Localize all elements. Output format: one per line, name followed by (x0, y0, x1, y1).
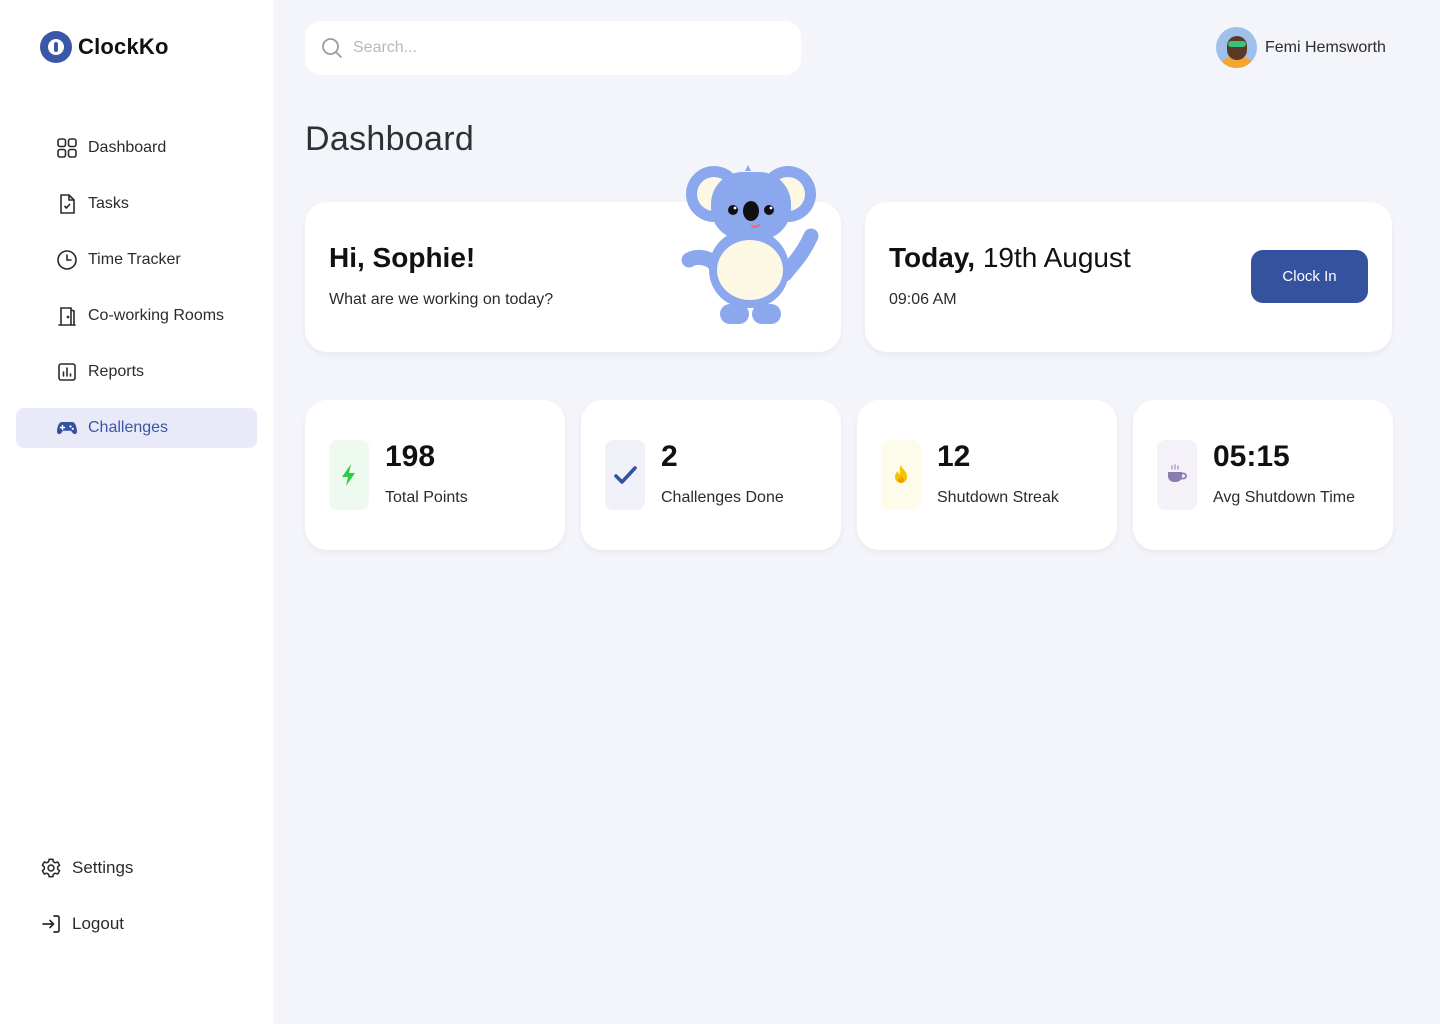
stat-card-avg-shutdown-time: 05:15 Avg Shutdown Time (1133, 400, 1393, 550)
bar-chart-icon (58, 363, 76, 381)
sidebar-item-dashboard[interactable]: Dashboard (16, 128, 257, 168)
lightning-icon (342, 464, 355, 486)
stat-label: Challenges Done (661, 489, 784, 506)
sidebar-nav: Dashboard Tasks Time Tracker Co-working … (16, 128, 257, 464)
sidebar-item-label: Dashboard (88, 139, 167, 156)
coffee-cup-icon (1168, 464, 1187, 482)
stat-card-challenges-done: 2 Challenges Done (581, 400, 841, 550)
sidebar-item-label: Co-working Rooms (88, 307, 225, 324)
clock-logo-icon (40, 31, 72, 63)
greeting-card: Hi, Sophie! What are we working on today… (305, 165, 841, 352)
sidebar-item-coworking-rooms[interactable]: Co-working Rooms (16, 296, 257, 336)
sidebar-item-label: Reports (88, 363, 145, 380)
stat-icon-box (605, 440, 645, 510)
koala-mascot-icon (681, 165, 819, 324)
logout-label: Logout (72, 914, 124, 933)
stat-label: Avg Shutdown Time (1213, 489, 1356, 506)
stat-card-total-points: 198 Total Points (305, 400, 565, 550)
today-card: Today, 19th August 09:06 AM Clock In (865, 202, 1392, 352)
user-profile[interactable]: Femi Hemsworth (1216, 27, 1386, 68)
gamepad-icon (56, 422, 78, 435)
sidebar-item-tasks[interactable]: Tasks (16, 184, 257, 224)
stat-value: 12 (937, 440, 971, 473)
stat-value: 198 (385, 440, 436, 473)
stat-icon-box (881, 440, 921, 510)
app-logo[interactable]: ClockKo (40, 31, 169, 63)
stat-value: 05:15 (1213, 440, 1290, 473)
avatar (1216, 27, 1257, 68)
sidebar: ClockKo Dashboard Tasks Time Tracker Co-… (0, 0, 273, 1024)
gear-icon (41, 858, 61, 878)
sidebar-item-challenges[interactable]: Challenges (16, 408, 257, 448)
user-name: Femi Hemsworth (1265, 38, 1386, 56)
clock-in-button[interactable]: Clock In (1251, 250, 1368, 303)
logout-icon (42, 915, 60, 933)
stat-label: Total Points (385, 489, 468, 506)
stat-card-shutdown-streak: 12 Shutdown Streak (857, 400, 1117, 550)
current-time: 09:06 AM (889, 291, 957, 308)
stat-icon-box (329, 440, 369, 510)
stat-icon-box (1157, 440, 1197, 510)
stat-label: Shutdown Streak (937, 489, 1059, 506)
sidebar-bottom-nav: Settings Logout (40, 848, 240, 960)
greeting-title: Hi, Sophie! (329, 242, 476, 273)
checkmark-icon (614, 466, 637, 484)
date-value: 19th August (982, 242, 1131, 273)
sidebar-item-logout[interactable]: Logout (40, 904, 240, 944)
app-name: ClockKo (78, 34, 169, 59)
page-title: Dashboard (305, 120, 475, 158)
today-prefix: Today, (889, 242, 976, 273)
flame-icon (895, 465, 907, 483)
greeting-subtitle: What are we working on today? (329, 291, 554, 308)
stat-value: 2 (661, 440, 678, 473)
sidebar-item-time-tracker[interactable]: Time Tracker (16, 240, 257, 280)
search-icon (322, 38, 342, 58)
sidebar-item-label: Tasks (88, 195, 129, 212)
settings-label: Settings (72, 858, 134, 877)
search-input[interactable] (353, 39, 773, 57)
today-date: Today, 19th August (889, 242, 1131, 274)
sidebar-item-label: Time Tracker (88, 251, 181, 268)
task-file-icon (60, 194, 75, 214)
sidebar-item-reports[interactable]: Reports (16, 352, 257, 392)
grid-icon (57, 138, 77, 158)
door-icon (58, 307, 76, 326)
search-bar[interactable] (305, 21, 801, 75)
sidebar-item-settings[interactable]: Settings (40, 848, 240, 888)
sidebar-item-label: Challenges (88, 419, 169, 436)
clock-icon (57, 250, 77, 270)
